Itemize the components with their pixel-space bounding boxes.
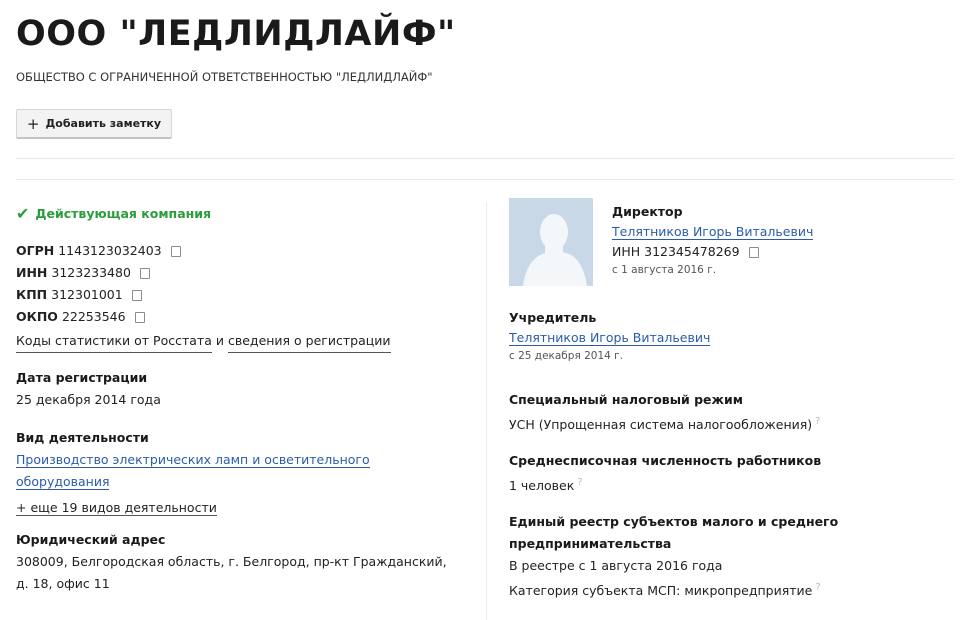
sme-category: Категория субъекта МСП: микропредприятие xyxy=(509,583,813,599)
copy-icon[interactable] xyxy=(170,245,181,257)
founder-name-link[interactable]: Телятников Игорь Витальевич xyxy=(509,330,711,346)
plus-icon: + xyxy=(26,114,40,133)
company-details: ✔ Действующая компания ОГРН 114312303240… xyxy=(16,202,476,595)
reg-date-value: 25 декабря 2014 года xyxy=(16,392,161,407)
kpp-label: КПП xyxy=(16,287,48,302)
and-text: и xyxy=(215,333,224,348)
employees-value: 1 человек xyxy=(509,478,575,494)
ogrn-value: 1143123032403 xyxy=(58,243,162,258)
director-since: с 1 августа 2016 г. xyxy=(612,264,717,276)
founder-since: с 25 декабря 2014 г. xyxy=(509,350,624,362)
divider xyxy=(16,158,954,159)
address-section: Юридический адрес 308009, Белгородская о… xyxy=(16,529,476,595)
add-note-button[interactable]: + Добавить заметку xyxy=(16,109,172,139)
director-name-link[interactable]: Телятников Игорь Витальевич xyxy=(612,224,814,240)
column-divider xyxy=(486,202,487,620)
inn-label: ИНН xyxy=(16,265,48,280)
check-icon: ✔ xyxy=(16,203,30,223)
director-inn-row: ИНН 312345478269 xyxy=(612,242,813,262)
add-note-label: Добавить заметку xyxy=(45,117,162,130)
okpo-value: 22253546 xyxy=(61,309,126,324)
founder-label: Учредитель xyxy=(509,310,597,325)
question-mark-icon[interactable]: ? xyxy=(815,582,820,593)
tax-regime-label: Специальный налоговый режим xyxy=(509,392,743,407)
company-full-name: ОБЩЕСТВО С ОГРАНИЧЕННОЙ ОТВЕТСТВЕННОСТЬЮ… xyxy=(16,70,433,84)
inn-row: ИНН 3123233480 xyxy=(16,262,476,284)
main-activity-link[interactable]: Производство электрических ламп и освети… xyxy=(16,452,370,468)
kpp-value: 312301001 xyxy=(51,287,123,302)
director-inn: ИНН 312345478269 xyxy=(612,244,740,259)
sme-registry-since: В реестре с 1 августа 2016 года xyxy=(509,558,723,573)
copy-icon[interactable] xyxy=(134,311,145,323)
address-label: Юридический адрес xyxy=(16,532,166,547)
page-title: ООО "ЛЕДЛИДЛАЙФ" xyxy=(16,14,456,54)
registration-info-link[interactable]: сведения о регистрации xyxy=(228,330,391,353)
divider xyxy=(16,179,954,180)
stats-codes-link[interactable]: Коды статистики от Росстата xyxy=(16,330,212,353)
inn-value: 3123233480 xyxy=(51,265,131,280)
director-label: Директор xyxy=(612,204,683,219)
employees-section: Среднесписочная численность работников 1… xyxy=(509,450,821,497)
director-section: Директор Телятников Игорь Витальевич ИНН… xyxy=(612,202,814,278)
status-badge: ✔ Действующая компания xyxy=(16,202,476,224)
person-silhouette xyxy=(509,198,593,286)
copy-icon[interactable] xyxy=(748,246,759,258)
main-activity-link-cont[interactable]: оборудования xyxy=(16,474,110,490)
employees-label: Среднесписочная численность работников xyxy=(509,453,822,468)
more-activities-link[interactable]: + еще 19 видов деятельности xyxy=(16,500,217,516)
ogrn-row: ОГРН 1143123032403 xyxy=(16,240,476,262)
activity-section: Вид деятельности Производство электричес… xyxy=(16,427,476,519)
status-text: Действующая компания xyxy=(35,205,212,221)
question-mark-icon[interactable]: ? xyxy=(577,477,582,488)
tax-regime-section: Специальный налоговый режим УСН (Упрощен… xyxy=(509,389,820,436)
question-mark-icon[interactable]: ? xyxy=(815,416,820,427)
sme-registry-label-1: Единый реестр субъектов малого и среднег… xyxy=(509,514,839,529)
copy-icon[interactable] xyxy=(131,289,142,301)
sme-registry-label-2: предпринимательства xyxy=(509,536,672,551)
okpo-row: ОКПО 22253546 xyxy=(16,306,476,328)
copy-icon[interactable] xyxy=(139,267,150,279)
reg-date-label: Дата регистрации xyxy=(16,370,148,385)
activity-label: Вид деятельности xyxy=(16,430,149,445)
registration-date-section: Дата регистрации 25 декабря 2014 года xyxy=(16,367,476,411)
tax-regime-value: УСН (Упрощенная система налогообложения) xyxy=(509,417,813,433)
founder-section: Учредитель Телятников Игорь Витальевич с… xyxy=(509,308,711,364)
address-line-1: 308009, Белгородская область, г. Белгоро… xyxy=(16,554,447,569)
kpp-row: КПП 312301001 xyxy=(16,284,476,306)
address-line-2: д. 18, офис 11 xyxy=(16,576,110,591)
sme-registry-section: Единый реестр субъектов малого и среднег… xyxy=(509,511,838,602)
okpo-label: ОКПО xyxy=(16,309,58,324)
ogrn-label: ОГРН xyxy=(16,243,55,258)
stats-links: Коды статистики от Росстата и сведения о… xyxy=(16,330,476,353)
